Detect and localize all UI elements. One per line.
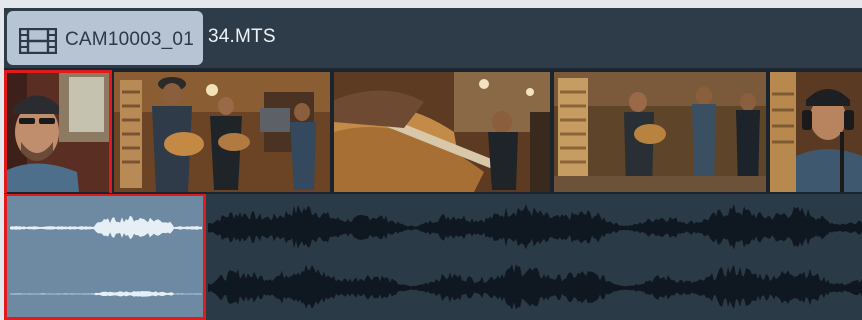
waveform-channel bbox=[208, 204, 862, 250]
audio-waveform bbox=[10, 204, 862, 310]
film-strip-icon bbox=[19, 28, 57, 54]
video-thumbnail[interactable] bbox=[554, 72, 766, 192]
video-track[interactable] bbox=[4, 70, 862, 194]
video-thumbnail[interactable] bbox=[114, 72, 330, 192]
waveform-channel bbox=[10, 215, 202, 240]
clip-name-prefix: CAM10003_01 bbox=[65, 29, 194, 50]
waveform-channel bbox=[10, 291, 202, 297]
timeline: CAM10003_01 34.MTS bbox=[4, 8, 862, 320]
audio-track[interactable] bbox=[4, 194, 862, 320]
clip-header: CAM10003_01 34.MTS bbox=[4, 8, 862, 68]
video-thumbnail[interactable] bbox=[334, 72, 550, 192]
video-thumbnail[interactable] bbox=[770, 72, 862, 192]
clip-name-tab[interactable]: CAM10003_01 bbox=[7, 11, 203, 65]
video-thumbnail[interactable] bbox=[7, 72, 110, 192]
clip-name-suffix: 34.MTS bbox=[208, 26, 276, 47]
waveform-channel bbox=[208, 264, 862, 310]
